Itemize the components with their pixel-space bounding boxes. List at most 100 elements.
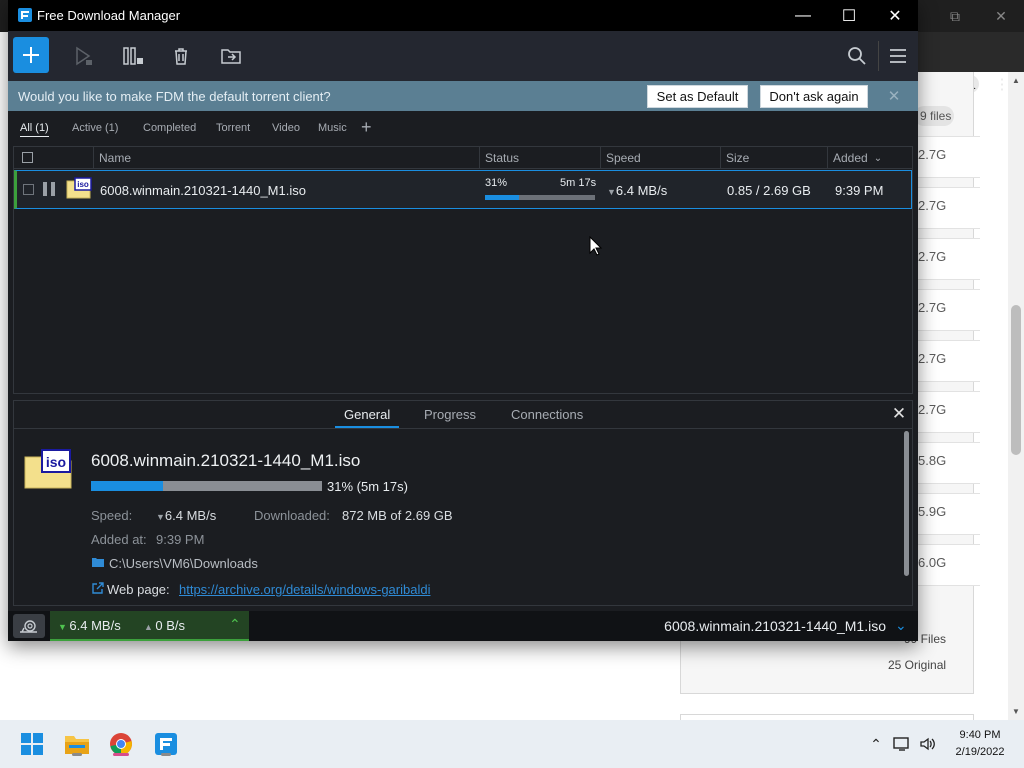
select-all-checkbox[interactable]	[22, 152, 33, 163]
tab-completed[interactable]: Completed	[143, 122, 196, 134]
close-button[interactable]: ✕	[872, 0, 918, 31]
mouse-cursor-icon	[589, 235, 603, 256]
svg-text:iso: iso	[46, 454, 66, 470]
file-explorer-icon[interactable]	[61, 728, 93, 760]
active-indicator	[113, 753, 129, 756]
tab-general[interactable]: General	[344, 407, 390, 422]
pause-all-icon[interactable]	[121, 44, 145, 68]
delete-icon[interactable]	[169, 44, 193, 68]
background-file-size: 2.7G	[918, 351, 947, 366]
row-progress-fill	[485, 195, 520, 200]
column-added[interactable]: Added ⌄	[827, 147, 912, 169]
window-title: Free Download Manager	[37, 8, 181, 23]
set-as-default-button[interactable]: Set as Default	[647, 85, 748, 108]
snail-mode-button[interactable]	[13, 614, 45, 638]
downloaded-label: Downloaded:	[254, 508, 330, 523]
scroll-up-icon[interactable]: ▲	[1010, 74, 1022, 86]
clock-date[interactable]: 2/19/2022	[950, 746, 1010, 758]
svg-text:iso: iso	[77, 180, 89, 189]
background-close-icon[interactable]: ✕	[978, 0, 1024, 32]
tab-torrent[interactable]: Torrent	[216, 122, 250, 134]
background-restore-icon[interactable]: ⧉	[932, 0, 978, 32]
resume-icon[interactable]	[71, 44, 95, 68]
background-file-size: 5.9G	[918, 504, 947, 519]
row-checkbox[interactable]	[23, 184, 34, 195]
running-indicator	[72, 753, 82, 756]
minimize-button[interactable]: —	[780, 0, 826, 31]
scroll-down-icon[interactable]: ▼	[1010, 705, 1022, 717]
downloads-list: Name Status Speed Size Added ⌄ iso 6008.…	[13, 146, 913, 394]
taskbar: ⌃ 9:40 PM 2/19/2022	[0, 720, 1024, 768]
row-size: 0.85 / 2.69 GB	[727, 183, 811, 198]
move-folder-icon[interactable]	[219, 44, 243, 68]
search-icon[interactable]	[845, 44, 869, 68]
tab-all[interactable]: All (1)	[20, 122, 49, 137]
fdm-icon[interactable]	[150, 728, 182, 760]
download-folder-path[interactable]: C:\Users\VM6\Downloads	[109, 556, 258, 571]
column-added-label: Added	[833, 151, 868, 165]
background-scrollbar-thumb[interactable]	[1011, 305, 1021, 455]
download-arrow-icon: ▼	[607, 187, 616, 197]
list-header: Name Status Speed Size Added ⌄	[14, 147, 912, 169]
row-status-percent: 31%	[485, 177, 508, 189]
network-icon[interactable]	[892, 734, 912, 754]
status-upload-speed: ▲ 0 B/s	[144, 618, 185, 633]
notification-message: Would you like to make FDM the default t…	[18, 89, 331, 104]
chrome-icon[interactable]	[105, 728, 137, 760]
running-indicator	[161, 753, 171, 756]
speed-summary[interactable]: ▼ 6.4 MB/s ▲ 0 B/s ⌃	[50, 611, 249, 641]
added-at-value: 9:39 PM	[156, 532, 205, 547]
chevron-down-icon[interactable]: ⌄	[895, 617, 907, 634]
chevron-up-icon[interactable]: ⌃	[229, 616, 241, 633]
column-size[interactable]: Size	[720, 147, 828, 169]
tab-music[interactable]: Music	[318, 122, 347, 134]
tab-active[interactable]: Active (1)	[72, 122, 118, 134]
clock-time[interactable]: 9:40 PM	[950, 729, 1010, 741]
folder-icon	[91, 556, 105, 571]
volume-icon[interactable]	[918, 734, 938, 754]
background-file-size: 6.0G	[918, 555, 947, 570]
tab-connections[interactable]: Connections	[511, 407, 583, 422]
row-progress-bar	[485, 195, 595, 200]
details-progress-text: 31% (5m 17s)	[327, 479, 408, 494]
status-download-speed: ▼ 6.4 MB/s	[58, 618, 121, 633]
status-upload-speed-value: 0 B/s	[155, 618, 186, 633]
toolbar-divider	[878, 41, 879, 71]
status-bar: ▼ 6.4 MB/s ▲ 0 B/s ⌃ 6008.winmain.210321…	[8, 611, 918, 641]
column-speed[interactable]: Speed	[600, 147, 720, 169]
column-name[interactable]: Name	[93, 147, 480, 169]
title-bar: Free Download Manager — ☐ ✕	[8, 0, 918, 31]
fdm-window: Free Download Manager — ☐ ✕ Would you li…	[8, 0, 918, 641]
details-close-icon[interactable]: ✕	[890, 404, 908, 423]
add-download-button[interactable]	[13, 37, 49, 73]
default-client-notification: Would you like to make FDM the default t…	[8, 81, 918, 111]
active-tab-indicator	[335, 426, 399, 428]
details-scrollbar[interactable]	[904, 431, 909, 576]
download-arrow-icon: ▼	[156, 512, 165, 522]
notification-close-icon[interactable]: ✕	[886, 88, 902, 105]
dont-ask-again-button[interactable]: Don't ask again	[760, 85, 868, 108]
fdm-logo-icon	[18, 8, 32, 22]
column-status[interactable]: Status	[479, 147, 601, 169]
chevron-up-icon[interactable]: ⌃	[866, 734, 886, 754]
details-progress-fill	[91, 481, 163, 491]
details-progress-bar	[91, 481, 322, 491]
speed-value: ▼6.4 MB/s	[156, 508, 216, 523]
tab-progress[interactable]: Progress	[424, 407, 476, 422]
background-file-size: 2.7G	[918, 300, 947, 315]
background-file-size: 2.7G	[918, 402, 947, 417]
add-filter-button[interactable]: +	[361, 117, 372, 138]
row-file-name: 6008.winmain.210321-1440_M1.iso	[100, 183, 306, 198]
windows-start-icon[interactable]	[16, 728, 48, 760]
web-page-link[interactable]: https://archive.org/details/windows-gari…	[179, 582, 430, 597]
speed-label: Speed:	[91, 508, 133, 523]
background-browser-toolbar: ⋮	[916, 32, 1024, 93]
tab-video[interactable]: Video	[272, 122, 300, 134]
iso-file-icon: iso	[66, 177, 92, 199]
menu-icon[interactable]	[886, 44, 910, 68]
maximize-button[interactable]: ☐	[826, 0, 872, 31]
download-row[interactable]: iso 6008.winmain.210321-1440_M1.iso 31% …	[14, 170, 912, 209]
pause-download-icon[interactable]	[43, 182, 55, 196]
status-download-speed-value: 6.4 MB/s	[69, 618, 121, 633]
row-status-eta: 5m 17s	[560, 177, 597, 189]
